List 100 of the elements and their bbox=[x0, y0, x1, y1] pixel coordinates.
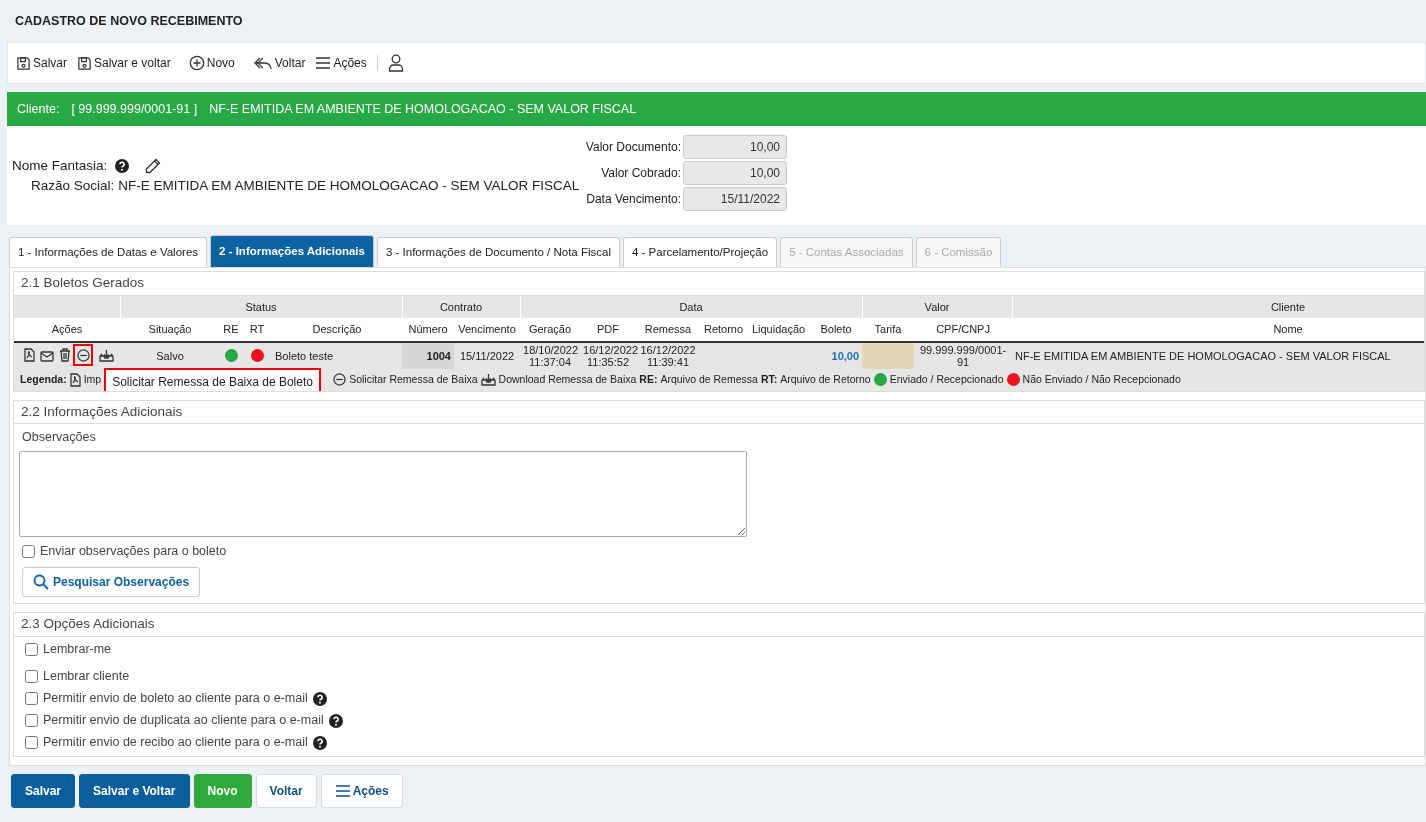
column-header: Boleto bbox=[810, 318, 863, 342]
group-header: Status bbox=[120, 295, 402, 318]
table-cell: 1004 bbox=[402, 341, 454, 369]
field-label: Data Vencimento: bbox=[586, 191, 681, 208]
group-header: Cliente bbox=[1012, 295, 1424, 318]
group-header: Valor bbox=[862, 295, 1013, 318]
legend-text: Imp bbox=[83, 371, 102, 387]
tarifa-cell bbox=[862, 341, 915, 369]
menu-toolbar-button[interactable]: Ações bbox=[315, 54, 367, 72]
checkbox-label: Lembrar cliente bbox=[43, 668, 130, 686]
save-icon bbox=[77, 55, 92, 71]
nome-fantasia-label: Nome Fantasia: bbox=[12, 157, 108, 175]
column-header: Retorno bbox=[700, 318, 747, 342]
legend-text: Arquivo de Remessa bbox=[660, 371, 758, 387]
download-tray-icon bbox=[480, 373, 496, 387]
table-cell: 18/10/2022 11:37:04 bbox=[520, 341, 580, 369]
help-icon bbox=[115, 159, 130, 174]
legend-text: Solicitar Remessa de Baixa bbox=[349, 371, 478, 387]
observations-field[interactable] bbox=[19, 450, 747, 537]
table-cell: Boleto teste bbox=[272, 341, 402, 369]
column-header: PDF bbox=[580, 318, 636, 342]
column-header: CPF/CNPJ bbox=[914, 318, 1013, 342]
footer-button[interactable]: Salvar e Voltar bbox=[79, 773, 190, 808]
tab[interactable]: 3 - Informações de Documento / Nota Fiscal bbox=[376, 237, 620, 268]
tooltip: Solicitar Remessa de Baixa de Boleto bbox=[104, 367, 321, 391]
column-header: Situação bbox=[120, 318, 220, 342]
actions-button[interactable]: Ações bbox=[320, 773, 403, 808]
page-title: CADASTRO DE NOVO RECEBIMENTO bbox=[14, 13, 244, 30]
tab[interactable]: 1 - Informações de Datas e Valores bbox=[9, 237, 208, 268]
table-cell: NF-E EMITIDA EM AMBIENTE DE HOMOLOGACAO - SEM VALOR FISCAL bbox=[1012, 341, 1424, 369]
column-header: Geração bbox=[520, 318, 580, 342]
value-field[interactable]: 15/11/2022 bbox=[683, 187, 787, 211]
menu-icon bbox=[315, 56, 332, 70]
client-document: [ 99.999.999/0001-91 ] bbox=[71, 100, 198, 118]
column-header: Nome bbox=[1012, 318, 1424, 342]
checkbox[interactable] bbox=[25, 642, 38, 656]
minus-circle-button[interactable] bbox=[75, 346, 91, 365]
user-icon bbox=[387, 54, 404, 72]
menu-icon bbox=[334, 783, 351, 798]
legend-text: Enviado / Recepcionado bbox=[889, 371, 1004, 387]
section-title: 2.1 Boletos Gerados bbox=[14, 272, 1424, 296]
undo-arrow-icon bbox=[252, 55, 273, 71]
trash-button[interactable] bbox=[57, 345, 73, 364]
search-button[interactable]: Pesquisar Observações bbox=[22, 567, 201, 598]
checkbox[interactable] bbox=[25, 736, 38, 750]
legend-key: RE: bbox=[639, 371, 658, 388]
legend-text: Download Remessa de Baixa bbox=[498, 371, 637, 387]
edit-button[interactable] bbox=[145, 158, 162, 175]
saveback-toolbar-button[interactable]: Salvar e voltar bbox=[77, 54, 171, 72]
checkbox[interactable] bbox=[25, 692, 38, 706]
footer-button[interactable]: Voltar bbox=[255, 773, 317, 808]
table-cell: 99.999.999/0001-91 bbox=[914, 341, 1013, 369]
legend-text: Não Enviado / Não Recepcionado bbox=[1022, 371, 1181, 387]
save-toolbar-button[interactable]: Salvar bbox=[16, 54, 67, 72]
column-header: Número bbox=[402, 318, 454, 342]
footer-button[interactable]: Salvar bbox=[11, 773, 76, 808]
checkbox[interactable] bbox=[25, 714, 38, 728]
column-header: Tarifa bbox=[862, 318, 915, 342]
legend-key: RT: bbox=[760, 371, 778, 388]
save-icon bbox=[16, 55, 31, 71]
razao-social-value: NF-E EMITIDA EM AMBIENTE DE HOMOLOGACAO - SEM VALOR FISCAL bbox=[118, 177, 580, 196]
field-label: Observações bbox=[21, 428, 97, 446]
minus-circle-icon bbox=[333, 373, 347, 387]
table-cell: 16/12/2022 11:35:52 bbox=[580, 341, 636, 369]
client-name: NF-E EMITIDA EM AMBIENTE DE HOMOLOGACAO - SEM VALOR FISCAL bbox=[209, 100, 637, 118]
column-header: Liquidação bbox=[747, 318, 810, 342]
checkbox[interactable] bbox=[25, 670, 38, 684]
section-title: 2.3 Opções Adicionais bbox=[14, 613, 1424, 637]
checkbox-label: Enviar observações para o boleto bbox=[40, 542, 227, 560]
plus-circle-icon bbox=[188, 55, 205, 71]
legend-label: Legenda: bbox=[20, 371, 67, 387]
table-cell: Salvo bbox=[120, 341, 220, 369]
search-icon bbox=[33, 574, 49, 591]
field-label: Valor Documento: bbox=[585, 139, 681, 156]
column-header: Remessa bbox=[636, 318, 700, 342]
razao-social-label: Razão Social: bbox=[31, 177, 115, 196]
pdf-file-icon bbox=[69, 372, 81, 387]
checkbox[interactable] bbox=[22, 544, 35, 558]
legend-text: Arquivo de Retorno bbox=[780, 371, 871, 387]
checkbox-label: Permitir envio de recibo ao cliente para o e-mail bbox=[43, 734, 308, 752]
checkbox-label: Permitir envio de boleto ao cliente para o e-mail bbox=[43, 690, 308, 708]
pdf-file-button[interactable] bbox=[21, 345, 37, 364]
column-header: Ações bbox=[14, 318, 120, 342]
value-field[interactable]: 10,00 bbox=[683, 161, 787, 185]
column-header: Descrição bbox=[272, 318, 402, 342]
value-field[interactable]: 10,00 bbox=[683, 135, 787, 159]
checkbox-label: Lembrar-me bbox=[43, 640, 112, 658]
section-title: 2.2 Informações Adicionais bbox=[14, 400, 1424, 424]
user-button[interactable] bbox=[387, 54, 404, 72]
column-header: RE bbox=[220, 318, 242, 342]
tab[interactable]: 2 - Informações Adicionais bbox=[210, 235, 374, 268]
tab[interactable]: 4 - Parcelamento/Projeção bbox=[622, 237, 778, 268]
group-header: Data bbox=[520, 295, 863, 318]
new-toolbar-button[interactable]: Novo bbox=[188, 54, 235, 72]
checkbox-label: Permitir envio de duplicata ao cliente para o e-mail bbox=[43, 712, 324, 730]
column-header: Vencimento bbox=[454, 318, 520, 342]
back-toolbar-button[interactable]: Voltar bbox=[252, 54, 306, 72]
field-label: Valor Cobrado: bbox=[601, 165, 681, 182]
column-header: RT bbox=[242, 318, 272, 342]
client-label: Cliente: bbox=[17, 100, 60, 118]
